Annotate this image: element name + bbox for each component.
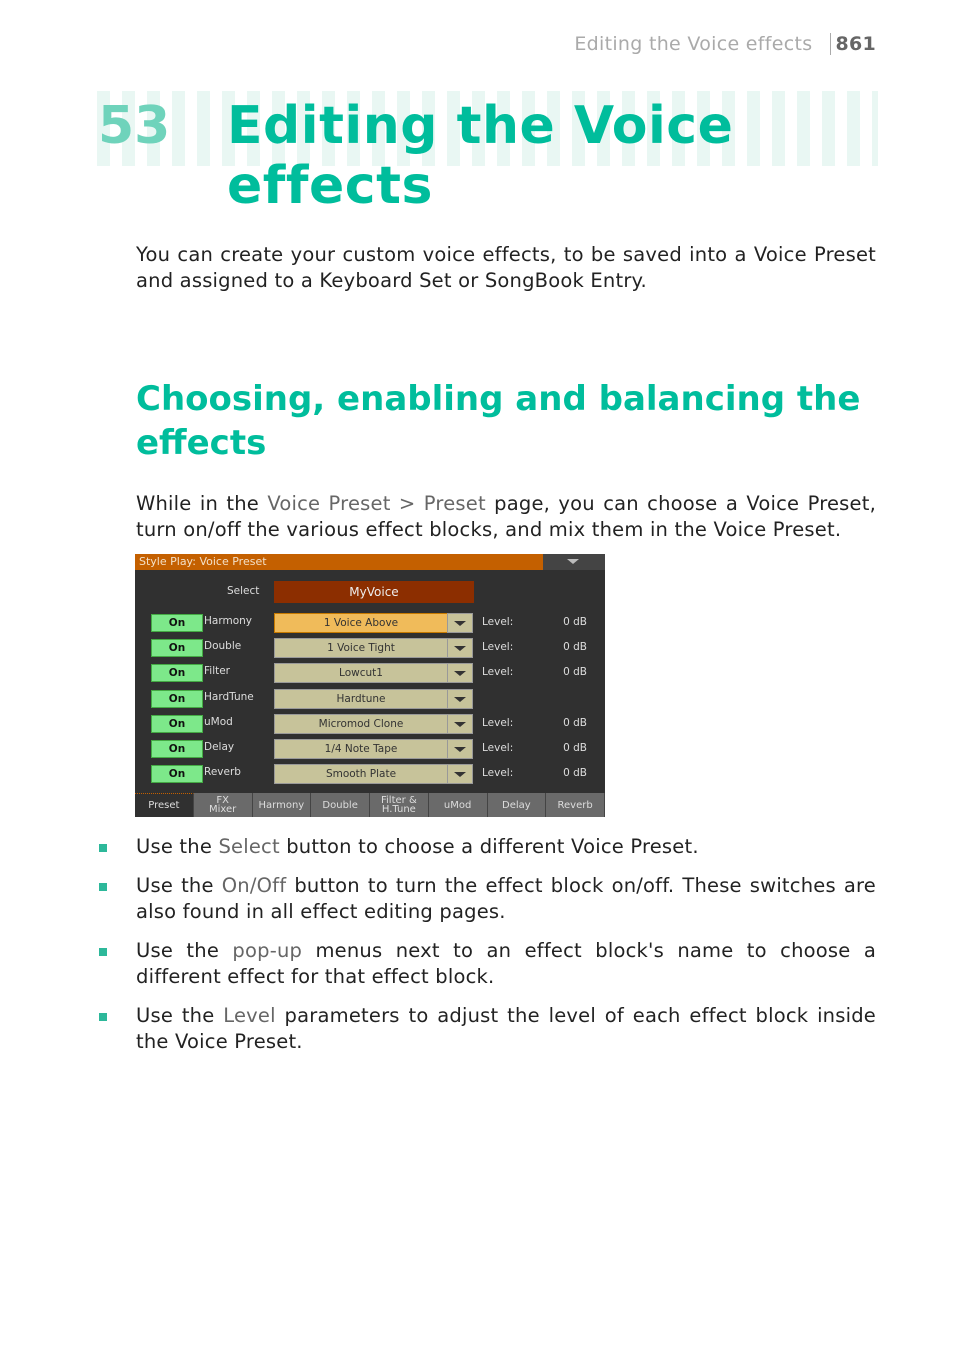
effect-row: On uMod Micromod Clone Level: 0 dB <box>135 713 605 734</box>
tab-reverb[interactable]: Reverb <box>546 793 605 817</box>
tab-preset[interactable]: Preset <box>135 793 194 817</box>
list-item: Use the Level parameters to adjust the l… <box>99 1003 876 1055</box>
effect-block-name: uMod <box>204 715 233 728</box>
text: Use the <box>136 835 219 858</box>
select-button[interactable]: MyVoice <box>274 581 474 603</box>
level-label: Level: <box>482 716 514 729</box>
effect-block-name: HardTune <box>204 690 254 703</box>
chevron-down-icon[interactable] <box>447 688 473 709</box>
tab-bar: Preset FX Mixer Harmony Double Filter & H.Tu… <box>135 793 605 817</box>
list-item: Use the On/Off button to turn the effect… <box>99 873 876 925</box>
chevron-down-icon[interactable] <box>447 638 473 659</box>
level-value[interactable]: 0 dB <box>563 742 587 754</box>
intro-paragraph: You can create your custom voice effects… <box>136 243 876 292</box>
tab-delay[interactable]: Delay <box>487 793 547 817</box>
list-item: Use the pop-up menus next to an effect b… <box>99 938 876 990</box>
effect-popup[interactable]: Lowcut1 <box>274 663 448 684</box>
header-section: Editing the Voice effects <box>574 33 813 55</box>
level-value[interactable]: 0 dB <box>563 616 587 628</box>
effect-popup[interactable]: 1/4 Note Tape <box>274 739 448 759</box>
effect-row: On HardTune Hardtune <box>135 688 605 709</box>
level-label: Level: <box>482 616 514 628</box>
title-bar: Style Play: Voice Preset <box>135 554 605 570</box>
effect-popup[interactable]: Micromod Clone <box>274 713 448 734</box>
on-off-button[interactable]: On <box>151 740 203 758</box>
tab-fx[interactable]: FX Mixer <box>193 793 253 817</box>
effect-popup[interactable]: 1 Voice Above <box>274 613 448 633</box>
effect-block-name: Double <box>204 640 242 653</box>
on-off-button[interactable]: On <box>151 664 203 683</box>
ui-term: Level <box>223 1004 276 1027</box>
voice-preset-screenshot: Style Play: Voice Preset Select MyVoice … <box>135 554 605 817</box>
effect-popup[interactable]: Smooth Plate <box>274 764 448 785</box>
tab-double[interactable]: Double <box>311 793 370 817</box>
chevron-down-icon[interactable] <box>447 713 473 734</box>
chevron-down-icon[interactable] <box>447 663 473 684</box>
effect-block-name: Delay <box>204 741 235 753</box>
select-label: Select <box>227 585 260 597</box>
screen-title: Style Play: Voice Preset <box>139 555 267 568</box>
effect-popup[interactable]: 1 Voice Tight <box>274 638 448 659</box>
on-off-button[interactable]: On <box>151 765 203 784</box>
effect-row: On Delay 1/4 Note Tape Level: 0 dB <box>135 739 605 759</box>
manual-page: Editing the Voice effects 861 53 Editing … <box>0 0 954 1354</box>
level-label: Level: <box>482 742 514 754</box>
level-value[interactable]: 0 dB <box>563 767 587 779</box>
text: Use the <box>136 874 222 897</box>
ui-term: On/Off <box>221 874 287 897</box>
chapter-title: Editing the Voice effects <box>227 96 734 216</box>
level-label: Level: <box>482 641 514 654</box>
list-item: Use the Select button to choose a differ… <box>99 834 876 860</box>
tab-harmony[interactable]: Harmony <box>252 793 312 817</box>
ui-term: Select <box>218 835 280 858</box>
level-value[interactable]: 0 dB <box>563 717 587 729</box>
effect-block-name: Reverb <box>204 766 241 779</box>
level-value[interactable]: 0 dB <box>563 641 587 653</box>
effect-block-name: Harmony <box>204 615 252 627</box>
chevron-down-icon[interactable] <box>447 764 473 785</box>
effect-row: On Reverb Smooth Plate Level: 0 dB <box>135 764 605 785</box>
effect-row: On Filter Lowcut1 Level: 0 dB <box>135 663 605 684</box>
chevron-down-icon[interactable] <box>447 613 473 633</box>
text: While in the <box>136 492 268 515</box>
section-title: Choosing, enabling and balancing the eff… <box>136 379 861 463</box>
chevron-down-icon[interactable] <box>447 739 473 759</box>
on-off-button[interactable]: On <box>151 614 203 632</box>
tab-filter[interactable]: Filter & H.Tune <box>370 793 429 817</box>
running-header: Editing the Voice effects 861 <box>574 33 876 55</box>
bullet-list: Use the Select button to choose a differ… <box>99 834 876 1068</box>
effect-row: On Double 1 Voice Tight Level: 0 dB <box>135 638 605 659</box>
effect-row: On Harmony 1 Voice Above Level: 0 dB <box>135 613 605 633</box>
menu-dropdown-icon[interactable] <box>543 554 605 570</box>
on-off-button[interactable]: On <box>151 714 203 733</box>
text: Use the <box>136 939 233 962</box>
text: button to choose a different Voice Prese… <box>279 835 699 858</box>
level-value[interactable]: 0 dB <box>563 666 587 678</box>
on-off-button[interactable]: On <box>151 689 203 708</box>
level-label: Level: <box>482 666 514 679</box>
ui-term: pop-up <box>232 939 303 962</box>
level-label: Level: <box>482 767 514 780</box>
effect-block-name: Filter <box>204 665 231 678</box>
ui-term: Voice Preset > Preset <box>267 492 486 515</box>
tab-umod[interactable]: uMod <box>428 793 488 817</box>
on-off-button[interactable]: On <box>151 639 203 658</box>
effect-popup[interactable]: Hardtune <box>274 688 448 709</box>
text: Use the <box>136 1004 224 1027</box>
page-number: 861 <box>830 33 876 55</box>
section-paragraph: While in the Voice Preset > Preset page,… <box>136 491 876 543</box>
chapter-number: 53 <box>98 96 171 156</box>
